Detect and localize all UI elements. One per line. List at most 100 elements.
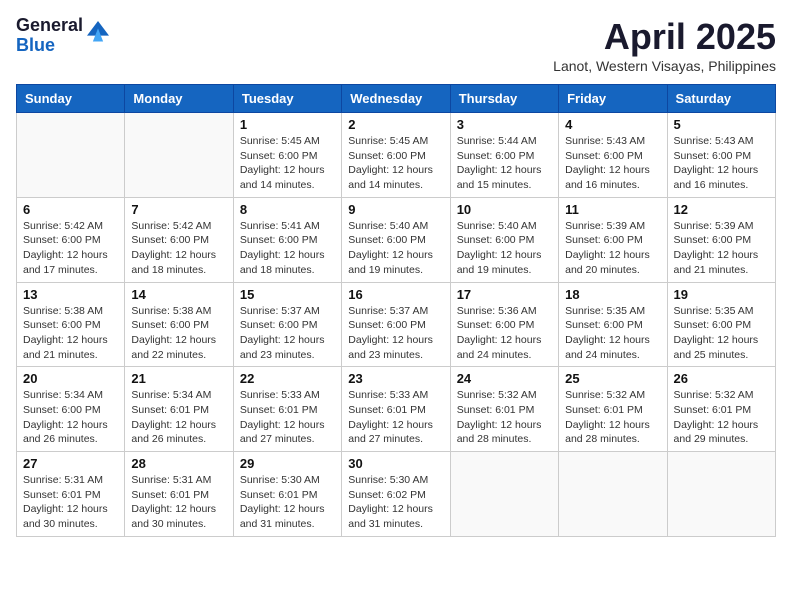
- calendar-cell: 6 Sunrise: 5:42 AM Sunset: 6:00 PM Daylig…: [17, 197, 125, 282]
- calendar-cell: 1Sunrise: 5:45 AM Sunset: 6:00 PM Daylig…: [233, 113, 341, 198]
- calendar-cell: 7 Sunrise: 5:42 AM Sunset: 6:00 PM Daylig…: [125, 197, 233, 282]
- week-row-3: 13 Sunrise: 5:38 AM Sunset: 6:00 PM Dayli…: [17, 282, 776, 367]
- day-info: Sunrise: 5:42 AM Sunset: 6:00 PM Dayligh…: [131, 219, 226, 278]
- day-number: 30: [348, 456, 443, 471]
- day-number: 4: [565, 117, 660, 132]
- day-number: 11: [565, 202, 660, 217]
- calendar-cell: 11 Sunrise: 5:39 AM Sunset: 6:00 PM Dayli…: [559, 197, 667, 282]
- day-number: 20: [23, 371, 118, 386]
- calendar-cell: 21 Sunrise: 5:34 AM Sunset: 6:01 PM Dayli…: [125, 367, 233, 452]
- day-number: 19: [674, 287, 769, 302]
- calendar-cell: 18 Sunrise: 5:35 AM Sunset: 6:00 PM Dayli…: [559, 282, 667, 367]
- day-info: Sunrise: 5:37 AM Sunset: 6:00 PM Dayligh…: [348, 304, 443, 363]
- week-row-1: 1 Sunrise: 5:45 AM Sunset: 6:00 PM Daylig…: [17, 113, 776, 198]
- week-row-5: 27 Sunrise: 5:31 AM Sunset: 6:01 PM Dayli…: [17, 452, 776, 537]
- day-number: 1: [240, 117, 335, 132]
- day-info: Sunrise: 5:38 AM Sunset: 6:00 PM Dayligh…: [23, 304, 118, 363]
- day-number: 25: [565, 371, 660, 386]
- day-number: 29: [240, 456, 335, 471]
- day-info: Sunrise: 5:39 AM Sunset: 6:00 PM Dayligh…: [565, 219, 660, 278]
- day-info: Sunrise: 5:31 AM Sunset: 6:01 PM Dayligh…: [131, 473, 226, 532]
- calendar-cell: [17, 113, 125, 198]
- day-number: 28: [131, 456, 226, 471]
- logo-general: General: [16, 16, 83, 36]
- day-info: Sunrise: 5:41 AM Sunset: 6:00 PM Dayligh…: [240, 219, 335, 278]
- logo-blue: Blue: [16, 36, 83, 56]
- calendar-cell: [559, 452, 667, 537]
- day-number: 3: [457, 117, 552, 132]
- day-header-monday: Monday: [125, 85, 233, 113]
- calendar-cell: 24 Sunrise: 5:32 AM Sunset: 6:01 PM Dayli…: [450, 367, 558, 452]
- calendar-cell: 12 Sunrise: 5:39 AM Sunset: 6:00 PM Dayli…: [667, 197, 775, 282]
- day-info: Sunrise: 5:34 AM Sunset: 6:00 PM Dayligh…: [23, 388, 118, 447]
- day-number: 15: [240, 287, 335, 302]
- calendar-cell: 25 Sunrise: 5:32 AM Sunset: 6:01 PM Dayli…: [559, 367, 667, 452]
- day-info: Sunrise: 5:33 AM Sunset: 6:01 PM Dayligh…: [240, 388, 335, 447]
- day-info: Sunrise: 5:31 AM Sunset: 6:01 PM Dayligh…: [23, 473, 118, 532]
- calendar-cell: 20 Sunrise: 5:34 AM Sunset: 6:00 PM Dayli…: [17, 367, 125, 452]
- calendar-cell: 10Sunrise: 5:40 AM Sunset: 6:00 PM Dayli…: [450, 197, 558, 282]
- day-number: 24: [457, 371, 552, 386]
- page-header: General Blue April 2025 Lanot, Western V…: [16, 16, 776, 74]
- calendar-header-row: SundayMondayTuesdayWednesdayThursdayFrid…: [17, 85, 776, 113]
- day-info: Sunrise: 5:39 AM Sunset: 6:00 PM Dayligh…: [674, 219, 769, 278]
- day-info: Sunrise: 5:43 AM Sunset: 6:00 PM Dayligh…: [674, 134, 769, 193]
- day-header-saturday: Saturday: [667, 85, 775, 113]
- day-number: 13: [23, 287, 118, 302]
- day-number: 6: [23, 202, 118, 217]
- day-info: Sunrise: 5:36 AM Sunset: 6:00 PM Dayligh…: [457, 304, 552, 363]
- calendar-cell: 2Sunrise: 5:45 AM Sunset: 6:00 PM Daylig…: [342, 113, 450, 198]
- day-info: Sunrise: 5:38 AM Sunset: 6:00 PM Dayligh…: [131, 304, 226, 363]
- calendar-table: SundayMondayTuesdayWednesdayThursdayFrid…: [16, 84, 776, 537]
- day-number: 9: [348, 202, 443, 217]
- week-row-4: 20 Sunrise: 5:34 AM Sunset: 6:00 PM Dayli…: [17, 367, 776, 452]
- calendar-cell: [450, 452, 558, 537]
- calendar-cell: 15 Sunrise: 5:37 AM Sunset: 6:00 PM Dayli…: [233, 282, 341, 367]
- day-info: Sunrise: 5:44 AM Sunset: 6:00 PM Dayligh…: [457, 134, 552, 193]
- day-number: 23: [348, 371, 443, 386]
- calendar-cell: 9Sunrise: 5:40 AM Sunset: 6:00 PM Daylig…: [342, 197, 450, 282]
- day-header-sunday: Sunday: [17, 85, 125, 113]
- calendar-cell: 23Sunrise: 5:33 AM Sunset: 6:01 PM Dayli…: [342, 367, 450, 452]
- day-number: 14: [131, 287, 226, 302]
- day-info: Sunrise: 5:43 AM Sunset: 6:00 PM Dayligh…: [565, 134, 660, 193]
- calendar-cell: 14 Sunrise: 5:38 AM Sunset: 6:00 PM Dayli…: [125, 282, 233, 367]
- day-info: Sunrise: 5:42 AM Sunset: 6:00 PM Dayligh…: [23, 219, 118, 278]
- day-info: Sunrise: 5:45 AM Sunset: 6:00 PM Dayligh…: [348, 134, 443, 193]
- calendar-cell: 29Sunrise: 5:30 AM Sunset: 6:01 PM Dayli…: [233, 452, 341, 537]
- day-number: 12: [674, 202, 769, 217]
- day-number: 7: [131, 202, 226, 217]
- day-info: Sunrise: 5:37 AM Sunset: 6:00 PM Dayligh…: [240, 304, 335, 363]
- day-number: 18: [565, 287, 660, 302]
- calendar-cell: [125, 113, 233, 198]
- day-info: Sunrise: 5:34 AM Sunset: 6:01 PM Dayligh…: [131, 388, 226, 447]
- day-info: Sunrise: 5:35 AM Sunset: 6:00 PM Dayligh…: [565, 304, 660, 363]
- calendar-cell: 22 Sunrise: 5:33 AM Sunset: 6:01 PM Dayli…: [233, 367, 341, 452]
- day-number: 16: [348, 287, 443, 302]
- day-number: 5: [674, 117, 769, 132]
- day-info: Sunrise: 5:32 AM Sunset: 6:01 PM Dayligh…: [457, 388, 552, 447]
- day-info: Sunrise: 5:32 AM Sunset: 6:01 PM Dayligh…: [565, 388, 660, 447]
- calendar-cell: 26 Sunrise: 5:32 AM Sunset: 6:01 PM Dayli…: [667, 367, 775, 452]
- day-info: Sunrise: 5:40 AM Sunset: 6:00 PM Dayligh…: [457, 219, 552, 278]
- calendar-cell: 5 Sunrise: 5:43 AM Sunset: 6:00 PM Daylig…: [667, 113, 775, 198]
- logo: General Blue: [16, 16, 109, 56]
- location: Lanot, Western Visayas, Philippines: [553, 58, 776, 74]
- calendar-cell: 17Sunrise: 5:36 AM Sunset: 6:00 PM Dayli…: [450, 282, 558, 367]
- title-section: April 2025 Lanot, Western Visayas, Phili…: [553, 16, 776, 74]
- day-number: 22: [240, 371, 335, 386]
- calendar-cell: 27 Sunrise: 5:31 AM Sunset: 6:01 PM Dayli…: [17, 452, 125, 537]
- calendar-cell: 13 Sunrise: 5:38 AM Sunset: 6:00 PM Dayli…: [17, 282, 125, 367]
- calendar-cell: [667, 452, 775, 537]
- calendar-cell: 4 Sunrise: 5:43 AM Sunset: 6:00 PM Daylig…: [559, 113, 667, 198]
- day-number: 27: [23, 456, 118, 471]
- calendar-cell: 19 Sunrise: 5:35 AM Sunset: 6:00 PM Dayli…: [667, 282, 775, 367]
- day-info: Sunrise: 5:32 AM Sunset: 6:01 PM Dayligh…: [674, 388, 769, 447]
- day-info: Sunrise: 5:30 AM Sunset: 6:02 PM Dayligh…: [348, 473, 443, 532]
- week-row-2: 6 Sunrise: 5:42 AM Sunset: 6:00 PM Daylig…: [17, 197, 776, 282]
- day-info: Sunrise: 5:35 AM Sunset: 6:00 PM Dayligh…: [674, 304, 769, 363]
- month-title: April 2025: [553, 16, 776, 58]
- day-number: 21: [131, 371, 226, 386]
- calendar-cell: 30 Sunrise: 5:30 AM Sunset: 6:02 PM Dayli…: [342, 452, 450, 537]
- day-number: 26: [674, 371, 769, 386]
